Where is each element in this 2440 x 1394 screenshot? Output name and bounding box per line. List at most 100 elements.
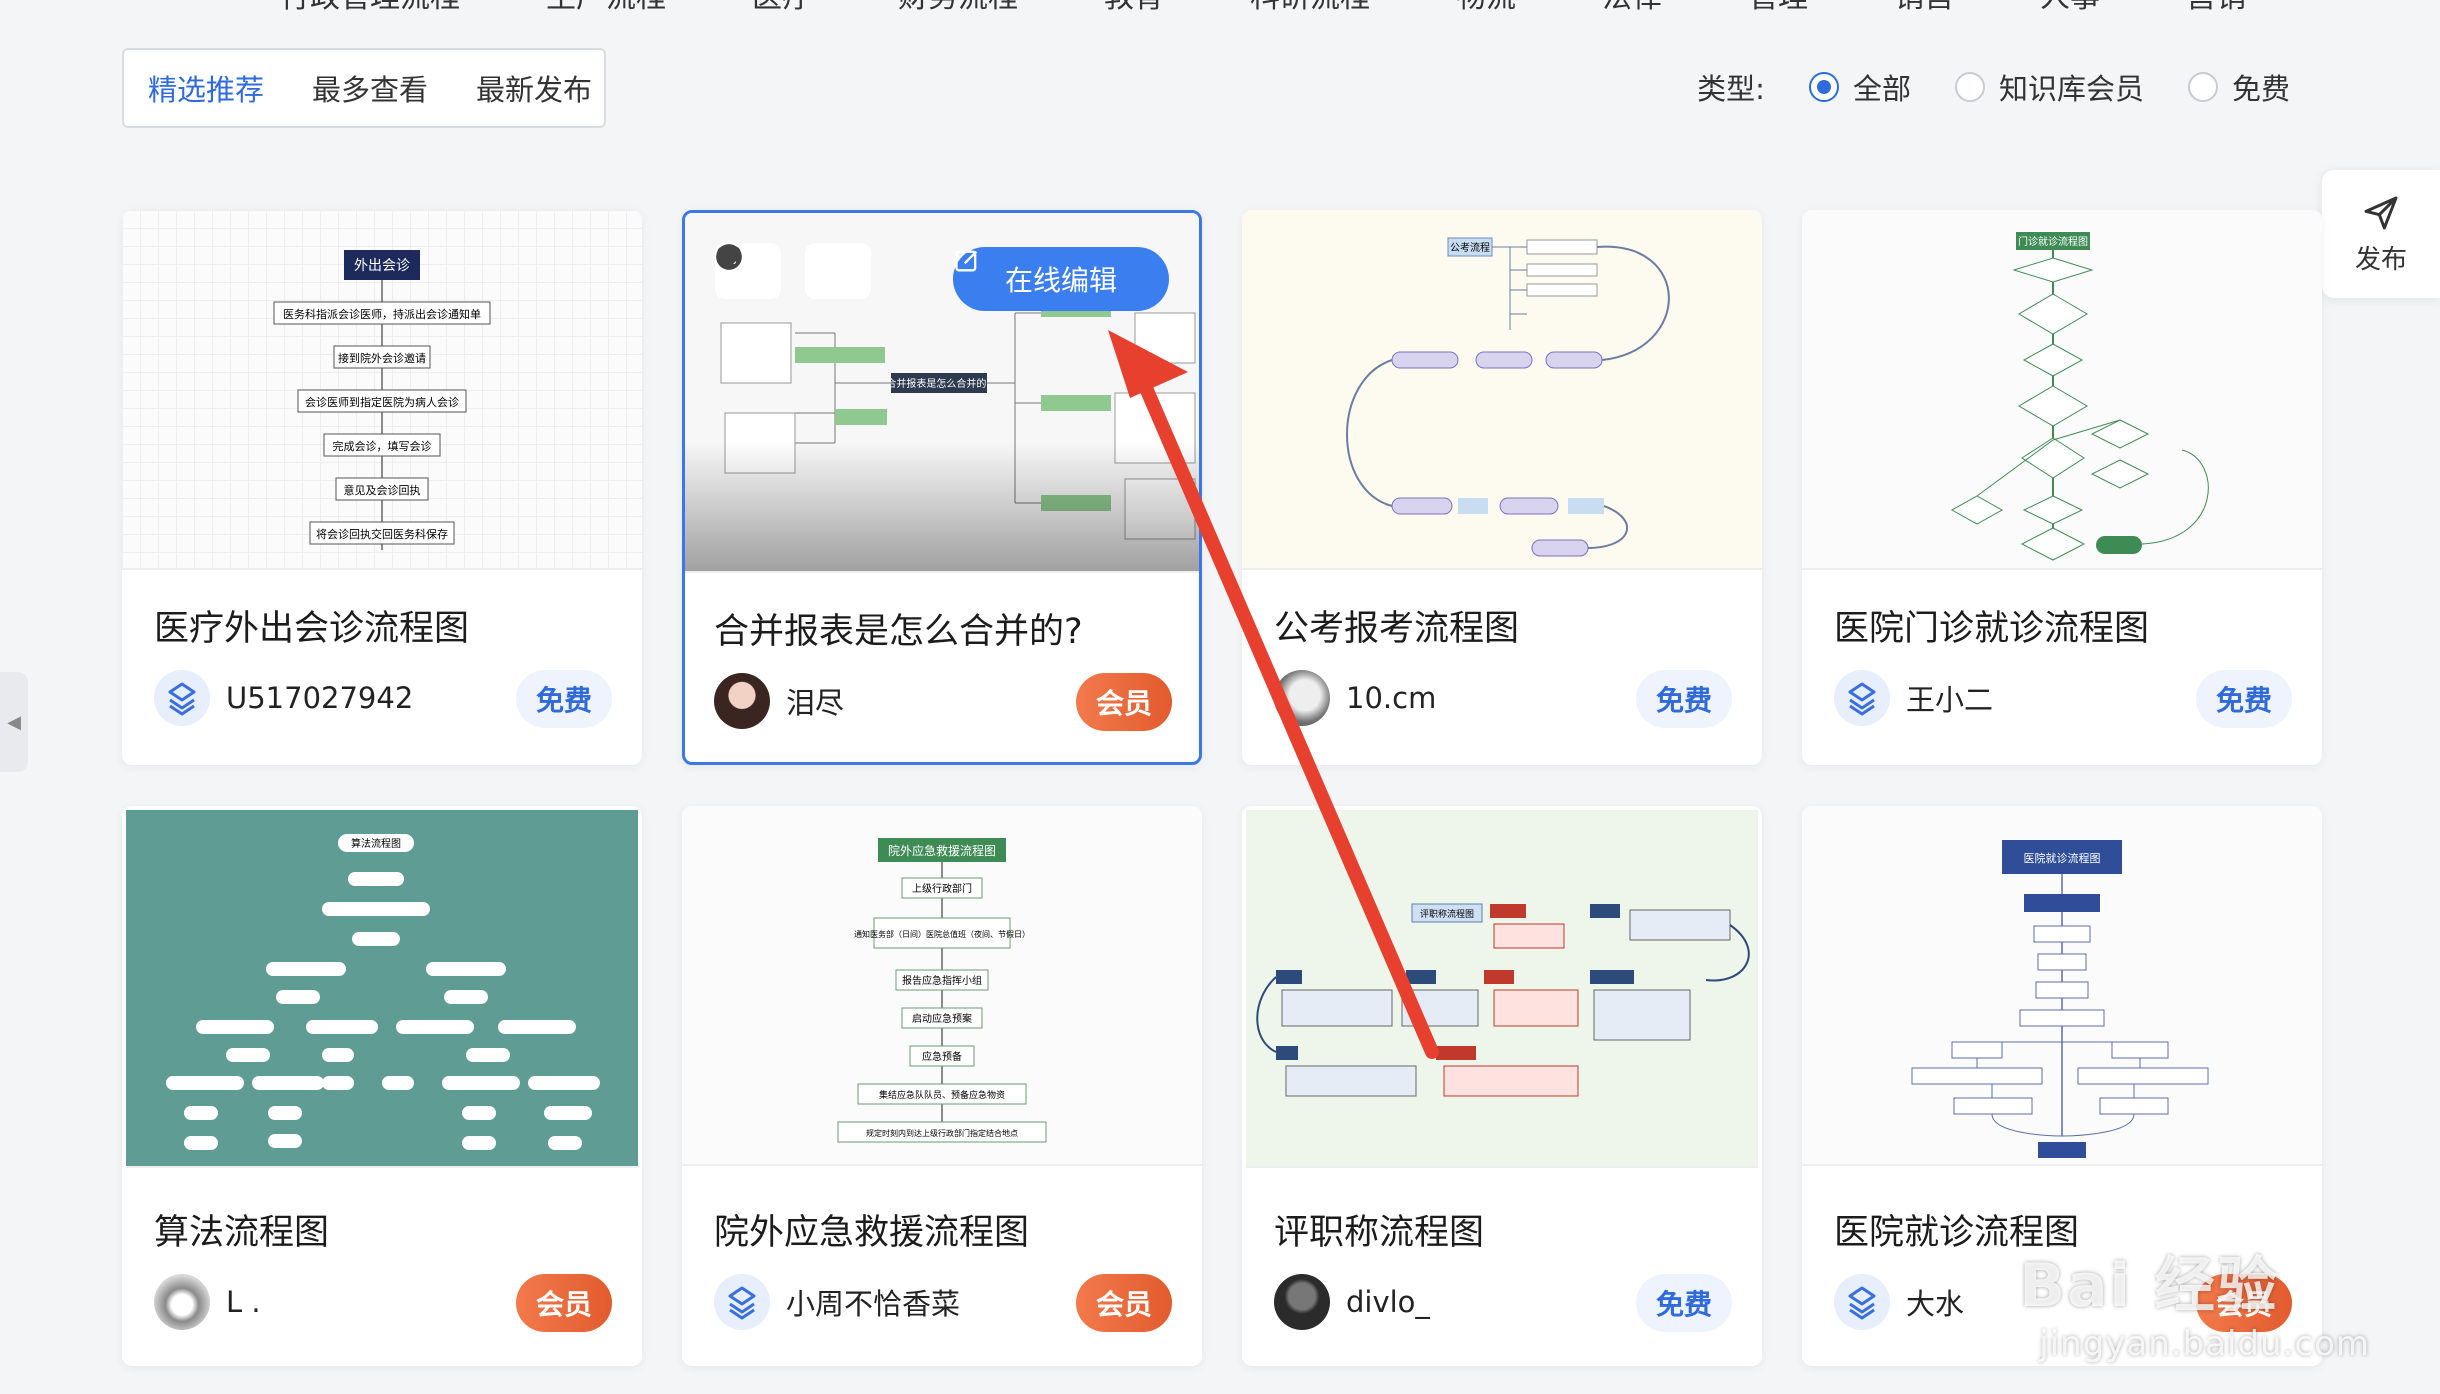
logo-icon <box>168 682 196 716</box>
author-name[interactable]: L . <box>226 1285 261 1319</box>
thumb-text: 合并报表是怎么合并的? <box>886 377 991 390</box>
type-radio-all[interactable]: 全部 <box>1808 66 1911 108</box>
nav-item[interactable]: 财务流程 <box>898 0 1018 16</box>
nav-item[interactable]: 教育 <box>1104 0 1164 16</box>
card-thumbnail[interactable]: 合并报表是怎么合并的? 在线编辑 <box>685 213 1199 573</box>
avatar <box>154 1274 210 1330</box>
nav-item[interactable]: 生产流程 <box>546 0 666 16</box>
card-author: 泪尽 <box>714 673 844 729</box>
author-name[interactable]: 大水 <box>1906 1281 1964 1323</box>
tab-most-viewed[interactable]: 最多查看 <box>312 67 428 109</box>
card-title[interactable]: 合并报表是怎么合并的? <box>714 603 1083 654</box>
card-author: 王小二 <box>1834 670 1993 726</box>
flowchart-preview: 医院就诊流程图 <box>1911 840 2209 1158</box>
avatar <box>714 1274 770 1330</box>
thumb-text: 算法流程图 <box>351 837 401 850</box>
collapse-handle[interactable]: ◀ <box>0 672 28 772</box>
card-thumbnail[interactable]: 院外应急救援流程图 上级行政部门 通知医务部（日间）医院总值班（夜间、节假日） … <box>682 806 1202 1166</box>
card-thumbnail[interactable]: 外出会诊 医务科指派会诊医师，持派出会诊通知单 接到院外会诊邀请 会诊医师到指定… <box>122 210 642 570</box>
template-card[interactable]: 公考流程 公考报考流程图 10.cm 免费 <box>1242 210 1762 765</box>
status-badge: 会员 <box>1076 1274 1172 1332</box>
svg-text:集结应急队队员、预备应急物资: 集结应急队队员、预备应急物资 <box>879 1089 1005 1101</box>
card-thumbnail[interactable]: 门诊就诊流程图 <box>1802 210 2322 570</box>
status-badge: 免费 <box>516 670 612 728</box>
radio-label: 知识库会员 <box>1998 72 2144 106</box>
nav-item[interactable]: 管理 <box>1748 0 1808 16</box>
status-badge: 免费 <box>1636 1274 1732 1332</box>
card-title[interactable]: 算法流程图 <box>154 1204 329 1255</box>
template-card[interactable]: 评职称流程图 评职称流程图 divlo_ 免费 <box>1242 806 1762 1366</box>
card-thumbnail[interactable]: 评职称流程图 <box>1246 810 1758 1168</box>
template-card[interactable]: 门诊就诊流程图 医院门诊就诊流程图 王小二 免费 <box>1802 210 2322 765</box>
edit-online-button[interactable]: 在线编辑 <box>953 247 1169 311</box>
type-filter-label: 类型: <box>1697 72 1765 106</box>
filter-tabs: 精选推荐 最多查看 最新发布 <box>122 48 606 128</box>
author-name[interactable]: 王小二 <box>1906 677 1993 719</box>
nav-item[interactable]: 人事 <box>2040 0 2100 16</box>
card-title[interactable]: 医院门诊就诊流程图 <box>1834 600 2149 651</box>
type-radio-member[interactable]: 知识库会员 <box>1954 66 2144 108</box>
logo-icon <box>728 1286 756 1320</box>
thumb-text: 门诊就诊流程图 <box>2018 235 2088 248</box>
author-name[interactable]: 小周不恰香菜 <box>786 1281 960 1323</box>
avatar <box>1274 670 1330 726</box>
thumb-text: 院外应急救援流程图 <box>888 843 996 858</box>
author-name[interactable]: 泪尽 <box>786 680 844 722</box>
card-actions <box>715 243 871 299</box>
thumb-text: 医院就诊流程图 <box>2024 851 2101 865</box>
svg-text:通知医务部（日间）医院总值班（夜间、节假日）: 通知医务部（日间）医院总值班（夜间、节假日） <box>854 929 1030 939</box>
author-name[interactable]: divlo_ <box>1346 1285 1430 1319</box>
card-title[interactable]: 评职称流程图 <box>1274 1204 1484 1255</box>
card-thumbnail[interactable]: 医院就诊流程图 <box>1802 806 2322 1166</box>
radio-circle[interactable] <box>1954 72 1985 102</box>
edit-icon <box>955 250 978 272</box>
template-card[interactable]: 合并报表是怎么合并的? 在线编辑 合并报表是怎么合并的? 泪尽 会员 <box>682 210 1202 765</box>
flowchart-preview: 算法流程图 <box>166 834 600 1150</box>
card-title[interactable]: 院外应急救援流程图 <box>714 1204 1029 1255</box>
favorite-button[interactable] <box>717 243 871 299</box>
radio-circle[interactable] <box>2187 72 2218 102</box>
svg-text:意见及会诊回执: 意见及会诊回执 <box>344 483 421 497</box>
svg-text:将会诊回执交回医务科保存: 将会诊回执交回医务科保存 <box>316 527 448 541</box>
avatar <box>1834 1274 1890 1330</box>
author-name[interactable]: 10.cm <box>1346 681 1436 715</box>
card-author: U517027942 <box>154 670 413 726</box>
category-nav: 行政管理流程 生产流程 医疗 财务流程 教育 科研流程 物流 法律 管理 销售 … <box>280 0 2246 16</box>
card-author: 小周不恰香菜 <box>714 1274 960 1330</box>
tab-latest[interactable]: 最新发布 <box>476 67 592 109</box>
flowchart-preview: 公考流程 <box>1346 237 1670 557</box>
template-card[interactable]: 算法流程图 算法流程图 L . 会员 <box>122 806 642 1366</box>
chevron-left-icon: ◀ <box>7 711 21 733</box>
nav-item[interactable]: 医疗 <box>752 0 812 16</box>
radio-label: 全部 <box>1852 72 1911 106</box>
card-thumbnail[interactable]: 公考流程 <box>1242 210 1762 570</box>
card-author: divlo_ <box>1274 1274 1430 1330</box>
card-thumbnail[interactable]: 算法流程图 <box>126 810 638 1168</box>
card-author: 大水 <box>1834 1274 1964 1330</box>
template-card[interactable]: 外出会诊 医务科指派会诊医师，持派出会诊通知单 接到院外会诊邀请 会诊医师到指定… <box>122 210 642 765</box>
thumb-text: 公考流程 <box>1450 241 1490 254</box>
tab-featured[interactable]: 精选推荐 <box>148 67 264 109</box>
card-title[interactable]: 公考报考流程图 <box>1274 600 1519 651</box>
flowchart-preview: 外出会诊 医务科指派会诊医师，持派出会诊通知单 接到院外会诊邀请 会诊医师到指定… <box>273 250 491 550</box>
author-name[interactable]: U517027942 <box>226 681 413 715</box>
nav-item[interactable]: 法律 <box>1602 0 1662 16</box>
nav-item[interactable]: 科研流程 <box>1250 0 1370 16</box>
card-author: 10.cm <box>1274 670 1436 726</box>
status-badge: 免费 <box>2196 670 2292 728</box>
card-author: L . <box>154 1274 261 1330</box>
radio-circle[interactable] <box>1808 72 1839 102</box>
watermark-sub: jingyan.baidu.com <box>2039 1324 2370 1364</box>
card-title[interactable]: 医疗外出会诊流程图 <box>154 600 469 651</box>
avatar <box>714 673 770 729</box>
template-card[interactable]: 院外应急救援流程图 上级行政部门 通知医务部（日间）医院总值班（夜间、节假日） … <box>682 806 1202 1366</box>
type-radio-free[interactable]: 免费 <box>2187 66 2290 108</box>
nav-item[interactable]: 行政管理流程 <box>280 0 460 16</box>
nav-item[interactable]: 营销 <box>2186 0 2246 16</box>
svg-text:会诊医师到指定医院为病人会诊: 会诊医师到指定医院为病人会诊 <box>305 395 459 409</box>
logo-icon <box>1848 682 1876 716</box>
svg-text:启动应急预案: 启动应急预案 <box>912 1012 972 1025</box>
nav-item[interactable]: 物流 <box>1456 0 1516 16</box>
nav-item[interactable]: 销售 <box>1894 0 1954 16</box>
publish-button[interactable]: 发布 <box>2322 170 2440 298</box>
